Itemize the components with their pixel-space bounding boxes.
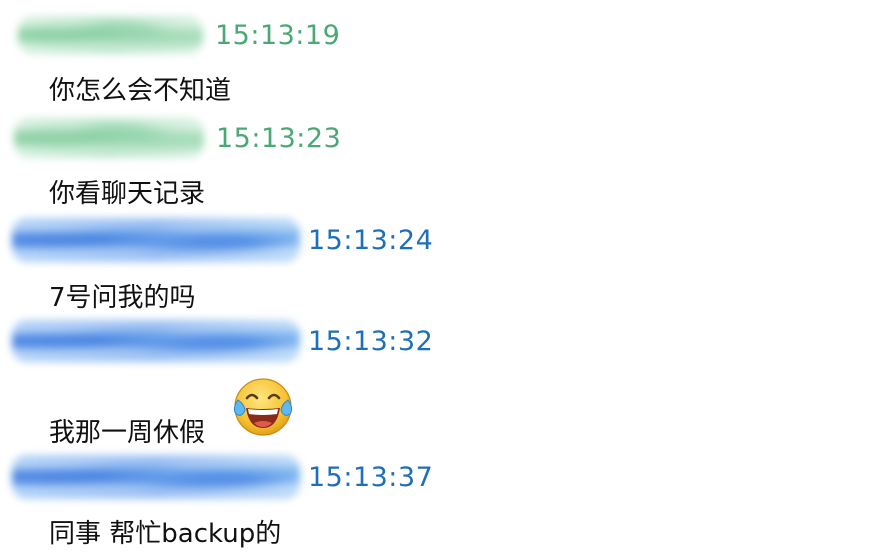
message-text[interactable]: 你怎么会不知道 (49, 70, 231, 107)
message-timestamp: 15:13:23 (216, 122, 342, 154)
message-timestamp: 15:13:19 (215, 19, 341, 51)
message-header: 15:13:24 (12, 218, 433, 262)
message-timestamp: 15:13:37 (308, 461, 434, 493)
message-header: 15:13:23 (14, 118, 341, 158)
redacted-sender-name (12, 320, 300, 362)
message-header: 15:13:37 (12, 455, 433, 499)
message-timestamp: 15:13:24 (308, 224, 434, 256)
chat-log: 15:13:19 你怎么会不知道 15:13:23 你看聊天记录 15:13:2… (0, 0, 880, 554)
message-timestamp: 15:13:32 (308, 325, 434, 357)
message-header: 15:13:32 (12, 320, 433, 362)
redacted-sender-name (12, 455, 300, 499)
message-header: 15:13:19 (18, 16, 340, 54)
message-text[interactable]: 我那一周休假 (49, 412, 205, 449)
message-text[interactable]: 你看聊天记录 (49, 173, 205, 210)
redacted-sender-name (14, 118, 204, 158)
redacted-sender-name (18, 16, 203, 54)
message-text[interactable]: 同事 帮忙backup的 (49, 513, 281, 550)
tears-of-joy-emoji (233, 378, 293, 436)
message-text[interactable]: 7号问我的吗 (49, 277, 196, 314)
redacted-sender-name (12, 218, 300, 262)
